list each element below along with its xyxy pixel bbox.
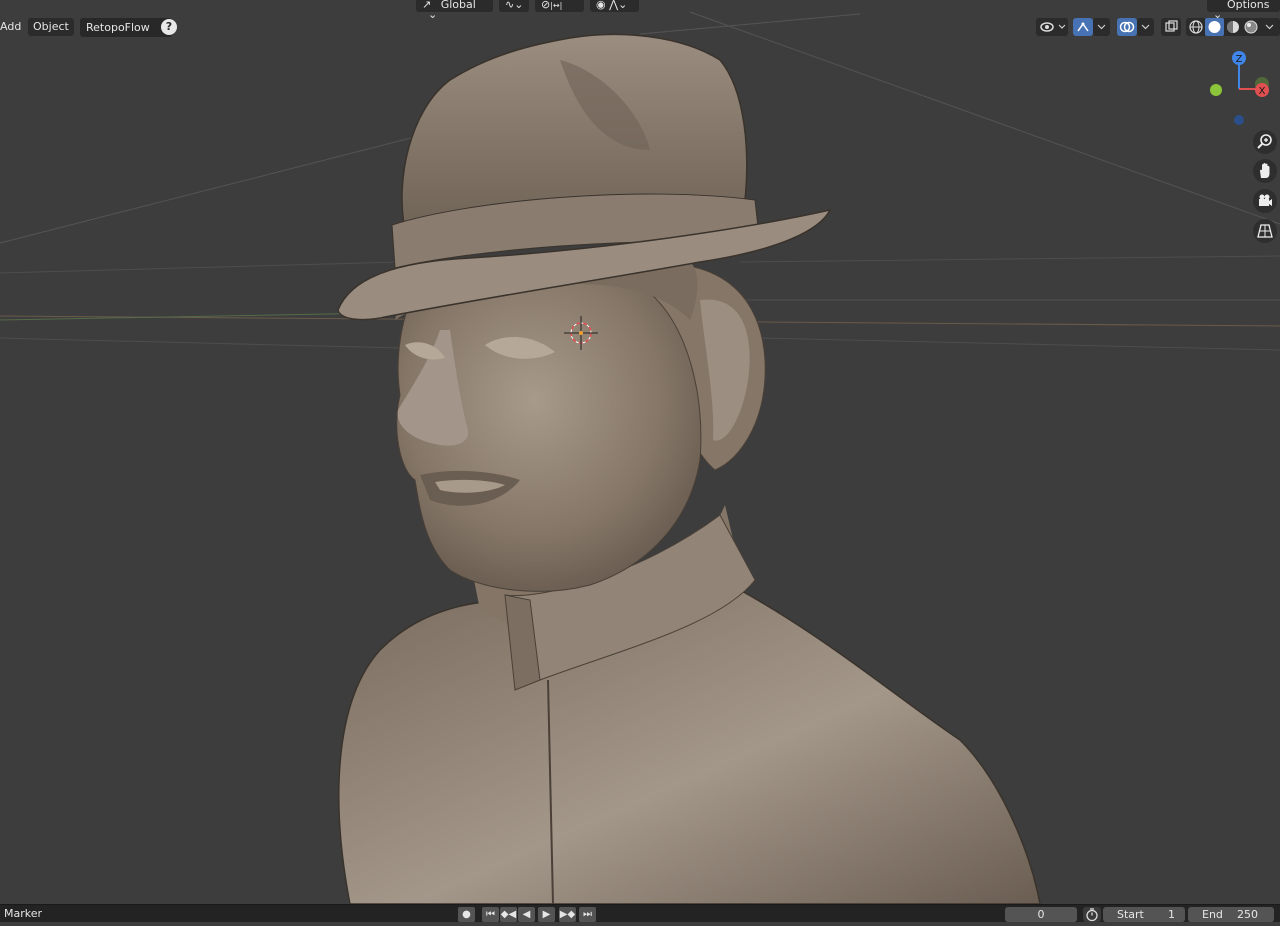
overlays-dropdown[interactable]: [1137, 18, 1154, 36]
navigation-gizmo[interactable]: Z X: [1200, 44, 1280, 130]
start-value: 1: [1168, 908, 1175, 921]
chevron-down-icon: [1097, 24, 1106, 30]
gizmo-dropdown[interactable]: [1093, 18, 1110, 36]
start-frame-field[interactable]: Start 1: [1103, 907, 1185, 922]
pivot-dropdown[interactable]: ∿⌄: [499, 0, 529, 12]
jump-end-button[interactable]: ⏭: [579, 907, 596, 922]
proportional-edit-icon: ◉ ⋀⌄: [596, 0, 628, 11]
play-icon: ▶: [542, 909, 551, 920]
record-button[interactable]: ●: [458, 907, 475, 922]
help-icon[interactable]: ?: [161, 19, 177, 35]
timeline-bar: Marker ● ⏮ ◆◀ ◀ ▶ ▶◆ ⏭ 0 Start 1 End 250: [0, 904, 1280, 922]
prev-keyframe-button[interactable]: ◆◀: [500, 907, 517, 922]
zoom-button[interactable]: [1253, 130, 1277, 154]
options-dropdown[interactable]: Options ⌄: [1207, 0, 1280, 20]
chevron-down-icon: ⌄: [428, 8, 438, 21]
next-keyframe-icon: ▶◆: [559, 909, 576, 920]
rendered-shading-icon: [1244, 20, 1258, 34]
hand-icon: [1260, 163, 1270, 178]
jump-start-button[interactable]: ⏮: [482, 907, 499, 922]
end-label: End: [1202, 908, 1223, 921]
transform-orientation-dropdown[interactable]: ↗ Global ⌄: [416, 0, 493, 20]
chevron-down-icon: [1141, 24, 1150, 30]
snap-increment: |↔|: [550, 1, 563, 10]
gizmo-toggle[interactable]: [1073, 18, 1093, 36]
menu-add[interactable]: Add: [0, 18, 26, 36]
shading-mode-group: [1186, 18, 1280, 36]
x-axis-label: X: [1259, 86, 1266, 97]
3d-viewport[interactable]: Add Object RetopoFlow ⌄ ? ↗ Global ⌄ ∿⌄ …: [0, 0, 1280, 904]
material-shading-icon: [1227, 21, 1239, 33]
camera-view-button[interactable]: [1253, 189, 1277, 213]
retopoflow-label: RetopoFlow: [86, 21, 150, 34]
options-label: Options: [1227, 0, 1270, 11]
eye-icon: [1040, 22, 1066, 32]
snap-dropdown[interactable]: ⊘|↔|: [535, 0, 584, 12]
z-neg-handle: [1234, 115, 1244, 125]
wireframe-shading-icon: [1189, 20, 1203, 34]
end-frame-field[interactable]: End 250: [1188, 907, 1274, 922]
perspective-toggle-button[interactable]: [1253, 219, 1277, 243]
play-reverse-button[interactable]: ◀: [518, 907, 535, 922]
end-value: 250: [1237, 908, 1258, 921]
sculpted-bust-mesh[interactable]: [0, 0, 1280, 904]
pan-button[interactable]: [1253, 159, 1277, 183]
camera-icon: [1259, 194, 1272, 206]
pivot-icon: ∿⌄: [505, 0, 524, 11]
gizmo-icon: [1077, 22, 1089, 32]
auto-keying-toggle[interactable]: [1083, 907, 1101, 922]
menu-object[interactable]: Object: [28, 18, 74, 36]
proportional-edit-dropdown[interactable]: ◉ ⋀⌄: [590, 0, 639, 12]
visibility-dropdown[interactable]: [1036, 18, 1068, 36]
transform-orientation-label: Global: [440, 0, 476, 11]
start-label: Start: [1117, 908, 1144, 921]
marker-menu[interactable]: Marker: [4, 907, 42, 920]
snap-icon: ⊘: [541, 0, 551, 11]
current-frame-field[interactable]: 0: [1005, 907, 1077, 922]
solid-shading-icon: [1208, 21, 1221, 33]
next-keyframe-button[interactable]: ▶◆: [559, 907, 576, 922]
play-button[interactable]: ▶: [538, 907, 555, 922]
retopoflow-dropdown[interactable]: RetopoFlow ⌄: [80, 18, 172, 37]
overlays-icon: [1119, 21, 1135, 33]
play-reverse-icon: ◀: [522, 909, 531, 920]
z-axis-label: Z: [1236, 54, 1243, 65]
prev-keyframe-icon: ◆◀: [500, 909, 517, 920]
stopwatch-icon: [1086, 908, 1098, 922]
xray-icon: [1165, 20, 1178, 32]
xray-toggle[interactable]: [1161, 18, 1181, 36]
y-axis-handle: [1210, 84, 1222, 96]
jump-start-icon: ⏮: [486, 909, 495, 920]
chevron-down-icon: [1265, 24, 1274, 30]
record-icon: ●: [462, 909, 471, 920]
overlays-toggle[interactable]: [1117, 18, 1137, 36]
zoom-icon: [1257, 134, 1272, 149]
grid-perspective-icon: [1257, 224, 1273, 238]
jump-end-icon: ⏭: [583, 909, 592, 920]
